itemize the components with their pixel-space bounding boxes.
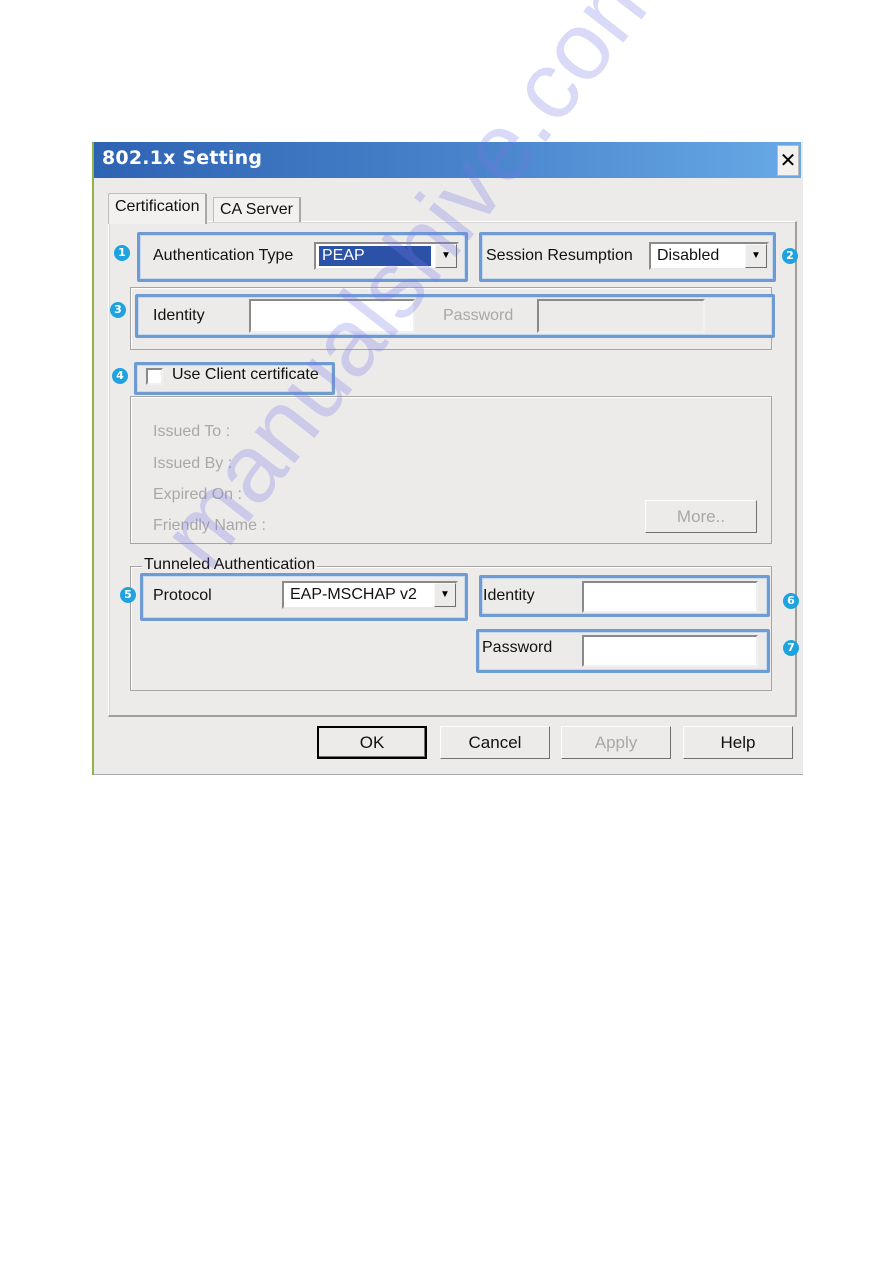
tunneled-auth-legend: Tunneled Authentication — [142, 556, 318, 574]
tab-certification[interactable]: Certification — [108, 193, 208, 224]
use-client-cert-checkbox[interactable] — [146, 368, 163, 385]
tunneled-password-label: Password — [482, 639, 553, 656]
close-icon: ✕ — [779, 148, 797, 172]
chevron-down-icon[interactable]: ▼ — [435, 244, 457, 268]
callout-badge-4: 4 — [112, 368, 128, 384]
password-label: Password — [443, 307, 514, 324]
chevron-down-icon[interactable]: ▼ — [745, 244, 767, 268]
title-bar[interactable]: 802.1x Setting ✕ — [94, 142, 801, 178]
friendly-name-label: Friendly Name : — [153, 517, 266, 534]
auth-type-label: Authentication Type — [153, 247, 294, 264]
window-title: 802.1x Setting — [102, 147, 263, 169]
callout-badge-2: 2 — [782, 248, 798, 264]
more-button[interactable]: More.. — [645, 500, 757, 533]
issued-by-label: Issued By : — [153, 455, 233, 472]
tunneled-identity-label: Identity — [483, 587, 535, 604]
ok-button[interactable]: OK — [317, 726, 427, 759]
callout-badge-3: 3 — [110, 302, 126, 318]
auth-type-select[interactable]: PEAP ▼ — [314, 242, 459, 270]
session-resumption-label: Session Resumption — [486, 247, 633, 264]
chevron-down-icon[interactable]: ▼ — [434, 583, 456, 607]
callout-badge-1: 1 — [114, 245, 130, 261]
session-resumption-select[interactable]: Disabled ▼ — [649, 242, 769, 270]
callout-badge-6: 6 — [783, 593, 799, 609]
protocol-select[interactable]: EAP-MSCHAP v2 ▼ — [282, 581, 458, 609]
help-button[interactable]: Help — [683, 726, 793, 759]
issued-to-label: Issued To : — [153, 423, 231, 440]
password-input[interactable] — [537, 299, 705, 333]
callout-badge-5: 5 — [120, 587, 136, 603]
callout-badge-7: 7 — [783, 640, 799, 656]
cancel-button[interactable]: Cancel — [440, 726, 550, 759]
auth-type-value: PEAP — [319, 246, 431, 266]
apply-button[interactable]: Apply — [561, 726, 671, 759]
identity-input[interactable] — [249, 299, 415, 333]
expired-on-label: Expired On : — [153, 486, 242, 503]
tab-ca-server[interactable]: CA Server — [213, 197, 301, 222]
protocol-label: Protocol — [153, 587, 212, 604]
use-client-cert-label[interactable]: Use Client certificate — [172, 366, 319, 384]
protocol-value: EAP-MSCHAP v2 — [290, 586, 417, 603]
tunneled-identity-input[interactable] — [582, 581, 758, 613]
tunneled-password-input[interactable] — [582, 635, 758, 667]
session-resumption-value: Disabled — [657, 247, 720, 264]
close-button[interactable]: ✕ — [777, 145, 799, 176]
identity-label: Identity — [153, 307, 205, 324]
